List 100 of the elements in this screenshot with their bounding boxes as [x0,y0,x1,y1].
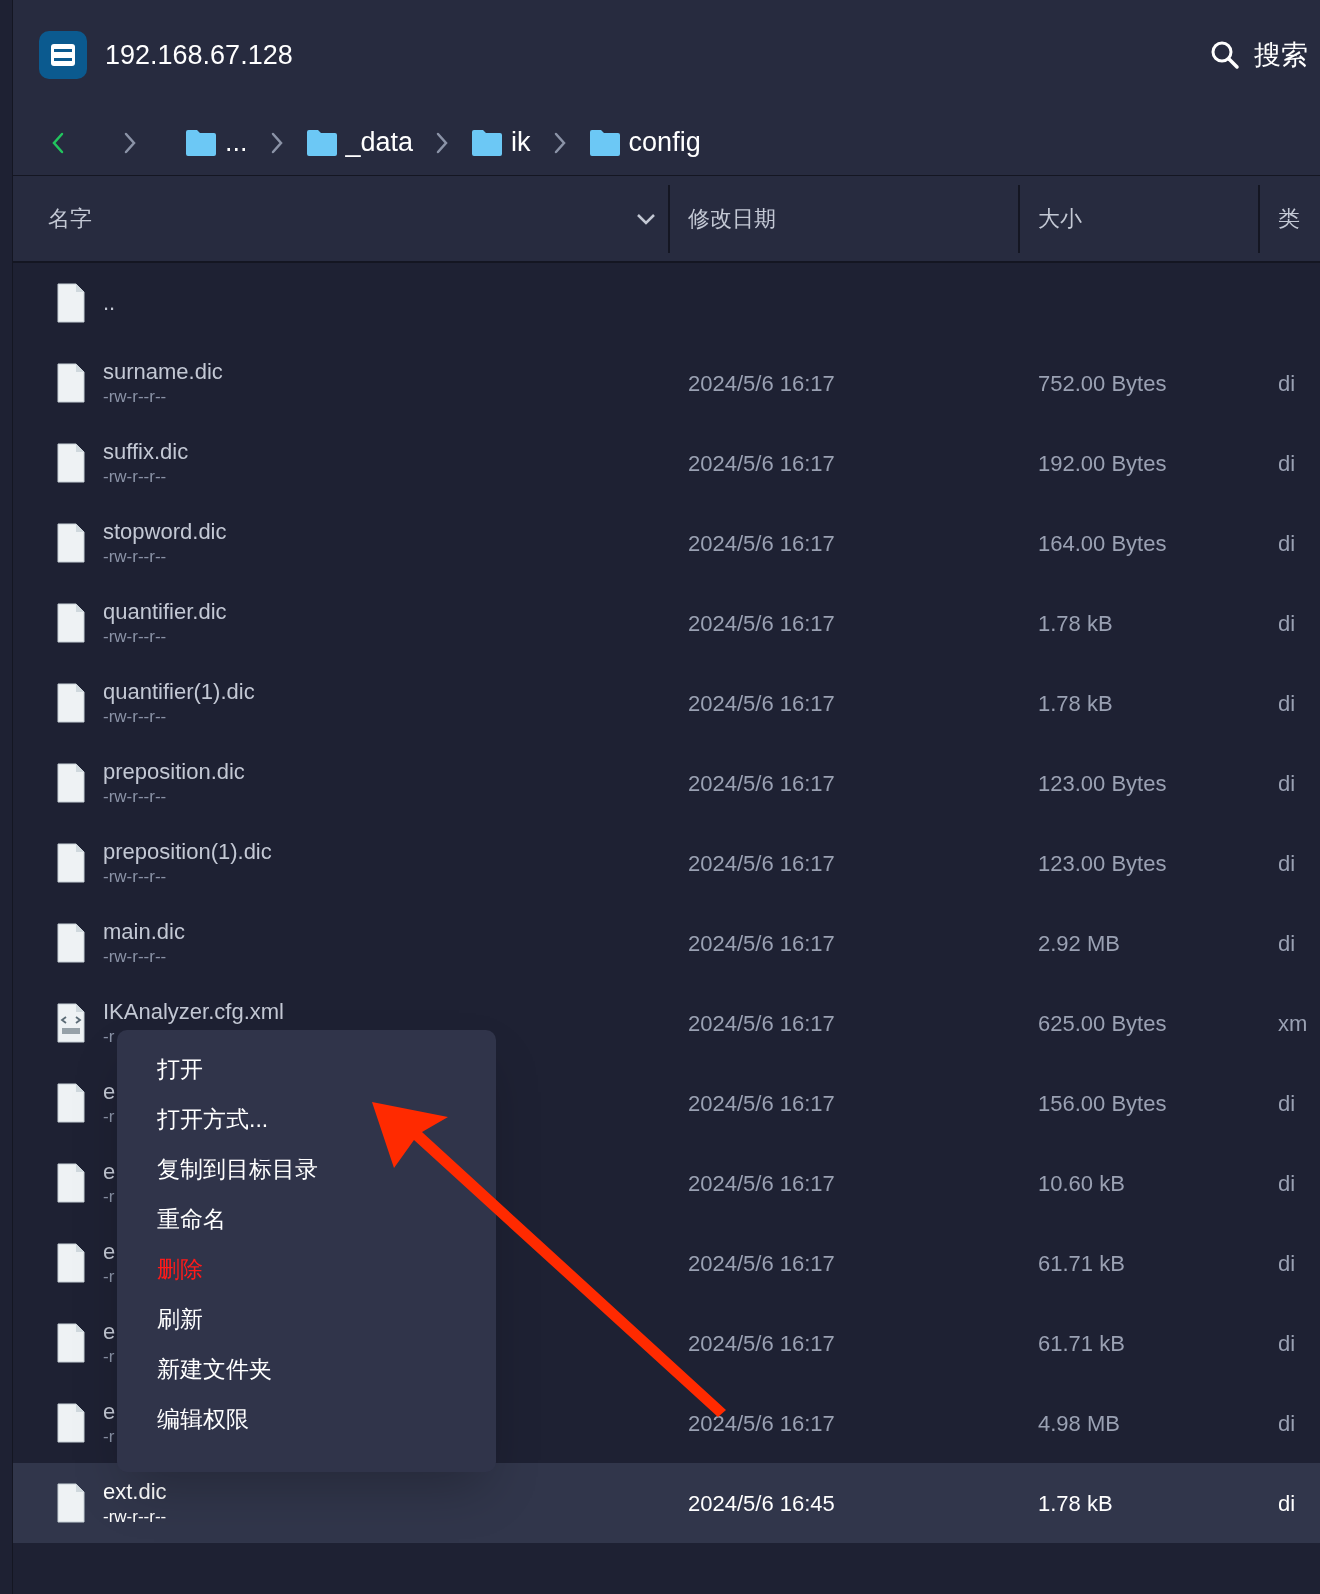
file-permissions: -r [103,1186,116,1208]
file-size: 61.71 kB [1038,1250,1125,1276]
chevron-right-icon[interactable] [552,131,567,154]
column-header[interactable]: 大小 [1038,202,1082,235]
file-icon [57,1323,85,1363]
modified-date: 2024/5/6 16:17 [688,1250,835,1276]
menu-item[interactable]: 复制到目标目录 [117,1144,496,1194]
file-size: 61.71 kB [1038,1330,1125,1356]
file-permissions: -r [103,1106,116,1128]
file-name: surname.dic [103,358,223,386]
file-icon [57,1403,85,1443]
file-permissions: -r [103,1266,116,1288]
column-header[interactable]: 修改日期 [688,202,776,235]
file-permissions: -r [103,1346,116,1368]
folder-icon [185,128,217,157]
file-name: stopword.dic [103,518,227,546]
modified-date: 2024/5/6 16:17 [688,770,835,796]
sort-caret-icon[interactable] [636,212,656,225]
menu-item[interactable]: 刷新 [117,1294,496,1344]
file-name: ext.dic [103,1478,167,1506]
file-permissions: -r [103,1026,116,1048]
xml-file-icon [57,1003,85,1043]
file-name: preposition.dic [103,758,245,786]
file-icon [57,1163,85,1203]
breadcrumb-item[interactable]: config [628,122,701,163]
modified-date: 2024/5/6 16:17 [688,930,835,956]
file-size: 10.60 kB [1038,1170,1125,1196]
file-type: di [1278,1490,1296,1516]
file-permissions: -r [103,1426,116,1448]
file-name: e [103,1158,116,1186]
folder-icon [471,128,504,157]
breadcrumb-item[interactable]: ik [511,122,531,163]
file-icon [57,843,85,883]
file-icon [57,1243,85,1283]
file-size: 123.00 Bytes [1038,770,1167,796]
file-size: 4.98 MB [1038,1410,1120,1436]
modified-date: 2024/5/6 16:45 [688,1490,835,1516]
file-permissions: -rw-r--r-- [103,466,168,488]
file-size: 752.00 Bytes [1038,370,1167,396]
menu-item[interactable]: 新建文件夹 [117,1344,496,1394]
file-name: e [103,1238,116,1266]
file-type: di [1278,1090,1296,1116]
file-type: di [1278,770,1296,796]
folder-icon [305,128,338,157]
file-icon [57,363,85,403]
file-name: quantifier.dic [103,598,227,626]
file-permissions: -rw-r--r-- [103,706,168,728]
file-permissions: -rw-r--r-- [103,546,168,568]
file-type: xm [1278,1010,1308,1036]
file-icon [57,603,85,643]
file-type: di [1278,530,1296,556]
file-name: quantifier(1).dic [103,678,255,706]
folder-icon [588,128,621,157]
modified-date: 2024/5/6 16:17 [688,850,835,876]
file-size: 1.78 kB [1038,690,1113,716]
back-icon[interactable] [51,131,65,154]
file-icon [57,283,85,323]
menu-item[interactable]: 编辑权限 [117,1394,496,1444]
file-icon [57,683,85,723]
file-size: 1.78 kB [1038,1490,1113,1516]
file-permissions: -rw-r--r-- [103,786,168,808]
file-icon [57,1083,85,1123]
file-type: di [1278,1330,1296,1356]
modified-date: 2024/5/6 16:17 [688,450,835,476]
column-header[interactable]: 名字 [48,202,92,235]
column-header[interactable]: 类 [1278,202,1300,235]
chevron-right-icon[interactable] [435,131,450,154]
modified-date: 2024/5/6 16:17 [688,1170,835,1196]
chevron-right-icon[interactable] [269,131,284,154]
file-name: IKAnalyzer.cfg.xml [103,998,284,1026]
file-type: di [1278,690,1296,716]
file-type: di [1278,850,1296,876]
search-icon [1210,40,1240,70]
modified-date: 2024/5/6 16:17 [688,1330,835,1356]
search-button[interactable]: 搜索 [1210,34,1308,76]
file-permissions: -rw-r--r-- [103,386,168,408]
file-size: 156.00 Bytes [1038,1090,1167,1116]
file-type: di [1278,1170,1296,1196]
file-size: 192.00 Bytes [1038,450,1167,476]
menu-item[interactable]: 打开 [117,1044,496,1094]
menu-item[interactable]: 打开方式... [117,1094,496,1144]
menu-item[interactable]: 重命名 [117,1194,496,1244]
file-type: di [1278,930,1296,956]
breadcrumb-item[interactable]: _data [345,122,414,163]
file-name: e [103,1398,116,1426]
file-size: 625.00 Bytes [1038,1010,1167,1036]
file-icon [57,523,85,563]
breadcrumb-item[interactable]: ... [225,122,248,163]
window-title: 192.168.67.128 [105,38,293,72]
file-permissions: -rw-r--r-- [103,626,168,648]
file-icon [57,1483,85,1523]
file-name: e [103,1078,116,1106]
modified-date: 2024/5/6 16:17 [688,370,835,396]
forward-icon[interactable] [123,131,137,154]
modified-date: 2024/5/6 16:17 [688,530,835,556]
file-permissions: -rw-r--r-- [103,1506,167,1528]
file-type: di [1278,450,1296,476]
file-type: di [1278,1250,1296,1276]
selected-row-highlight[interactable]: ext.dic -rw-r--r-- 2024/5/6 16:45 1.78 kB di [13,1463,1320,1543]
file-icon [57,763,85,803]
